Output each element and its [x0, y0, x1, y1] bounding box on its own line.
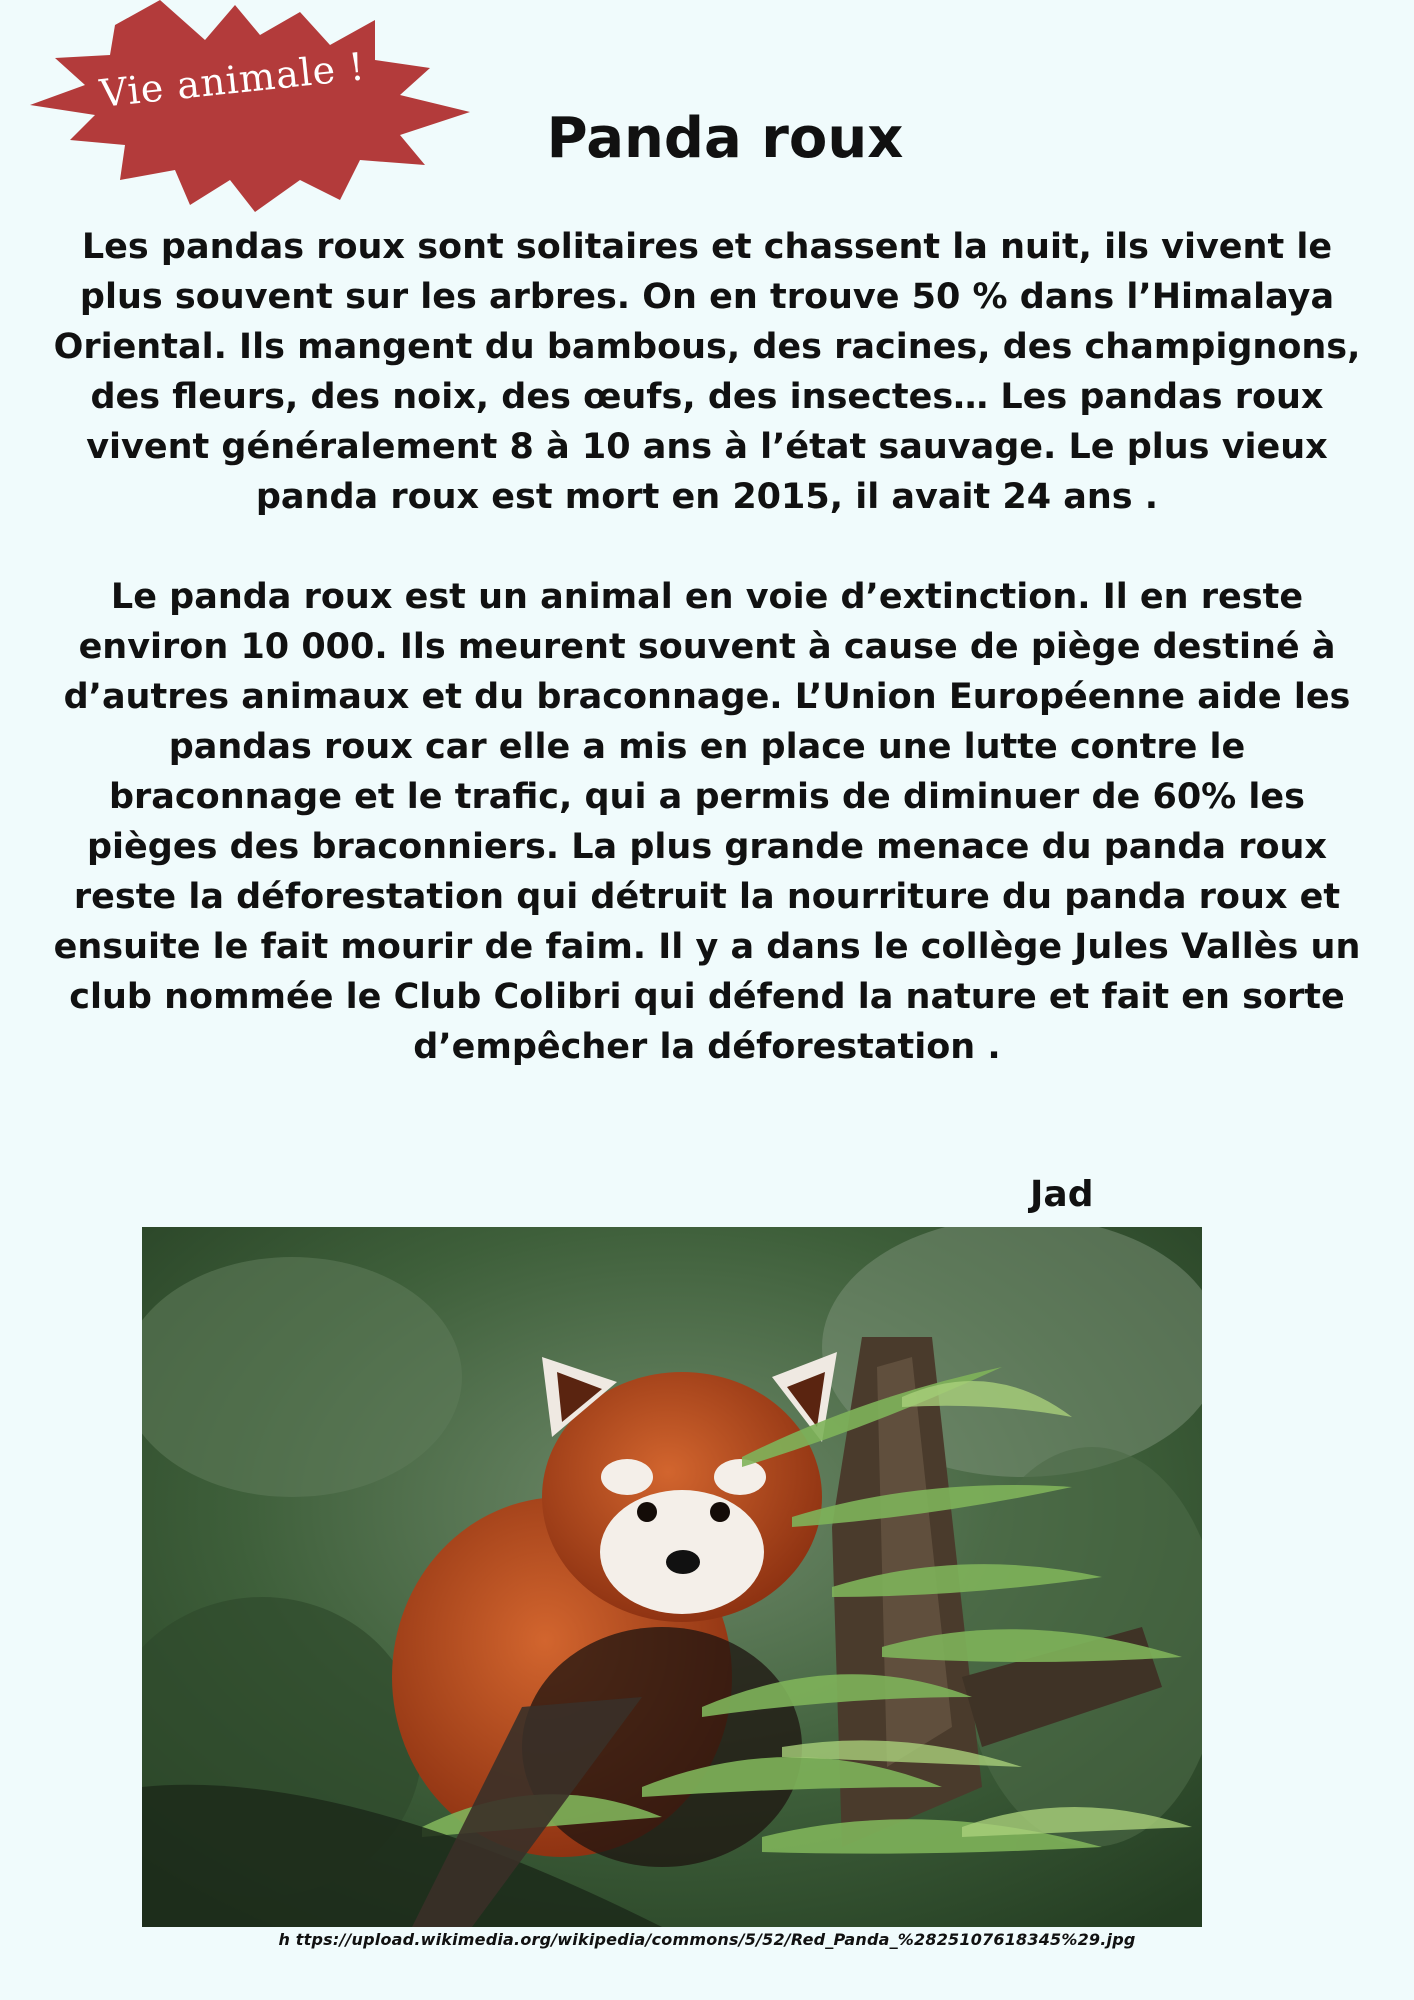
author-signature: Jad: [1030, 1174, 1094, 1215]
paragraph-2: Le panda roux est un animal en voie d’ex…: [53, 577, 1361, 1067]
red-panda-photo: [142, 1227, 1202, 1927]
paragraph-1: Les pandas roux sont solitaires et chass…: [53, 227, 1361, 517]
starburst-shape: [30, 0, 470, 212]
image-credit: h ttps://upload.wikimedia.org/wikipedia/…: [278, 1930, 1136, 1949]
section-badge: Vie animale !: [0, 0, 540, 220]
page-title: Panda roux: [546, 106, 904, 171]
article-body: Les pandas roux sont solitaires et chass…: [50, 222, 1364, 1122]
